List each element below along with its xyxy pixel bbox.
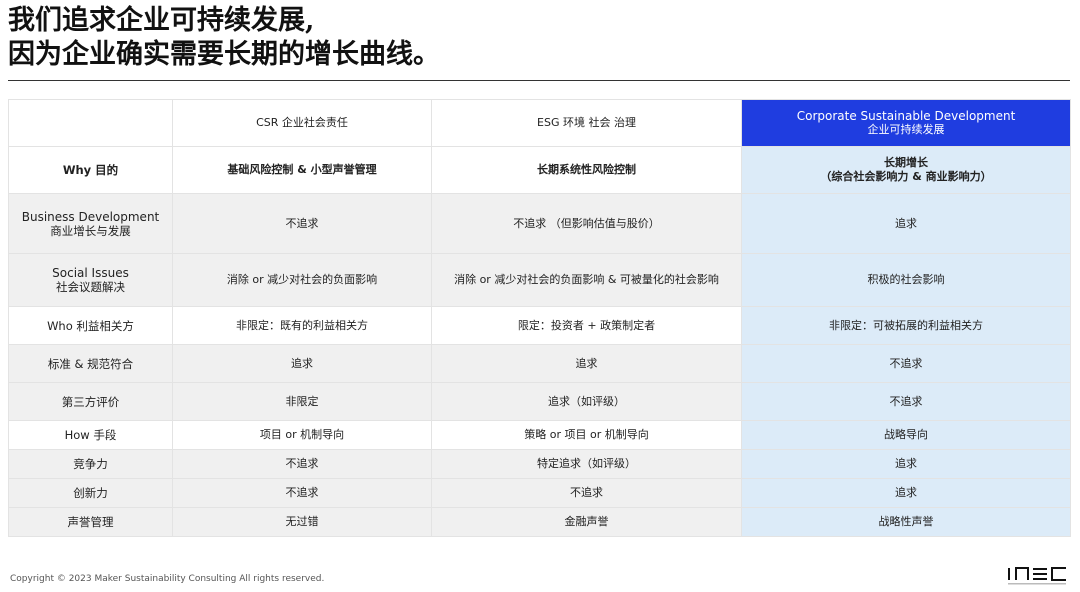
- csd-cell: 追求: [741, 193, 1071, 254]
- header-empty-cell: [8, 99, 173, 147]
- table-row: 第三方评价 非限定 追求（如评级） 不追求: [8, 382, 1071, 421]
- esg-cell: 追求: [431, 344, 742, 383]
- csr-cell: 不追求: [172, 478, 432, 508]
- csd-cell: 追求: [741, 478, 1071, 508]
- table-row: 标准 & 规范符合 追求 追求 不追求: [8, 344, 1071, 383]
- table-row: Social Issues 社会议题解决 消除 or 减少对社会的负面影响 消除…: [8, 253, 1071, 307]
- csr-cell: 不追求: [172, 193, 432, 254]
- csd-cell: 战略性声誉: [741, 507, 1071, 537]
- title-divider: [8, 80, 1070, 81]
- why-csd-line2: （综合社会影响力 & 商业影响力）: [820, 170, 992, 183]
- csr-cell: 追求: [172, 344, 432, 383]
- csr-cell: 不追求: [172, 449, 432, 479]
- csr-cell: 消除 or 减少对社会的负面影响: [172, 253, 432, 307]
- page-title: 我们追求企业可持续发展, 因为企业确实需要长期的增长曲线。: [8, 4, 440, 72]
- csd-cell: 不追求: [741, 344, 1071, 383]
- csr-cell: 非限定：既有的利益相关方: [172, 306, 432, 345]
- csd-cell: 战略导向: [741, 420, 1071, 450]
- comparison-table: CSR 企业社会责任 ESG 环境 社会 治理 Corporate Sustai…: [8, 99, 1071, 537]
- esg-cell: 策略 or 项目 or 机制导向: [431, 420, 742, 450]
- row-label: Who 利益相关方: [8, 306, 173, 345]
- header-csd: Corporate Sustainable Development 企业可持续发…: [741, 99, 1071, 147]
- csd-cell: 追求: [741, 449, 1071, 479]
- esg-cell: 不追求 （但影响估值与股价）: [431, 193, 742, 254]
- why-row: Why 目的 基础风险控制 & 小型声誉管理 长期系统性风险控制 长期增长 （综…: [8, 146, 1071, 194]
- row-label: 第三方评价: [8, 382, 173, 421]
- row-label: 竞争力: [8, 449, 173, 479]
- esg-cell: 金融声誉: [431, 507, 742, 537]
- title-line-1: 我们追求企业可持续发展,: [8, 5, 315, 36]
- why-csd-line1: 长期增长: [884, 156, 928, 169]
- table-header-row: CSR 企业社会责任 ESG 环境 社会 治理 Corporate Sustai…: [8, 99, 1071, 147]
- row-label: 声誉管理: [8, 507, 173, 537]
- row-label: 标准 & 规范符合: [8, 344, 173, 383]
- header-csr: CSR 企业社会责任: [172, 99, 432, 147]
- csr-cell: 非限定: [172, 382, 432, 421]
- csd-cell: 积极的社会影响: [741, 253, 1071, 307]
- esg-cell: 不追求: [431, 478, 742, 508]
- why-csr: 基础风险控制 & 小型声誉管理: [172, 146, 432, 194]
- csd-cell: 非限定：可被拓展的利益相关方: [741, 306, 1071, 345]
- csd-cell: 不追求: [741, 382, 1071, 421]
- row-label: Social Issues 社会议题解决: [8, 253, 173, 307]
- esg-cell: 追求（如评级）: [431, 382, 742, 421]
- header-csd-en: Corporate Sustainable Development: [796, 109, 1016, 123]
- title-line-2: 因为企业确实需要长期的增长曲线。: [8, 39, 440, 70]
- why-esg: 长期系统性风险控制: [431, 146, 742, 194]
- table-row: How 手段 项目 or 机制导向 策略 or 项目 or 机制导向 战略导向: [8, 420, 1071, 450]
- table-row: Business Development 商业增长与发展 不追求 不追求 （但影…: [8, 193, 1071, 254]
- header-csd-cn: 企业可持续发展: [867, 123, 945, 136]
- esg-cell: 消除 or 减少对社会的负面影响 & 可被量化的社会影响: [431, 253, 742, 307]
- table-row: 竞争力 不追求 特定追求（如评级） 追求: [8, 449, 1071, 479]
- table-row: 声誉管理 无过错 金融声誉 战略性声誉: [8, 507, 1071, 537]
- header-esg: ESG 环境 社会 治理: [431, 99, 742, 147]
- csr-cell: 无过错: [172, 507, 432, 537]
- row-label: Business Development 商业增长与发展: [8, 193, 173, 254]
- table-row: Who 利益相关方 非限定：既有的利益相关方 限定：投资者 + 政策制定者 非限…: [8, 306, 1071, 345]
- company-logo: [1008, 567, 1066, 585]
- esg-cell: 特定追求（如评级）: [431, 449, 742, 479]
- row-label: How 手段: [8, 420, 173, 450]
- table-row: 创新力 不追求 不追求 追求: [8, 478, 1071, 508]
- why-csd: 长期增长 （综合社会影响力 & 商业影响力）: [741, 146, 1071, 194]
- why-label: Why 目的: [8, 146, 173, 194]
- esg-cell: 限定：投资者 + 政策制定者: [431, 306, 742, 345]
- copyright-text: Copyright © 2023 Maker Sustainability Co…: [10, 574, 325, 584]
- csr-cell: 项目 or 机制导向: [172, 420, 432, 450]
- row-label: 创新力: [8, 478, 173, 508]
